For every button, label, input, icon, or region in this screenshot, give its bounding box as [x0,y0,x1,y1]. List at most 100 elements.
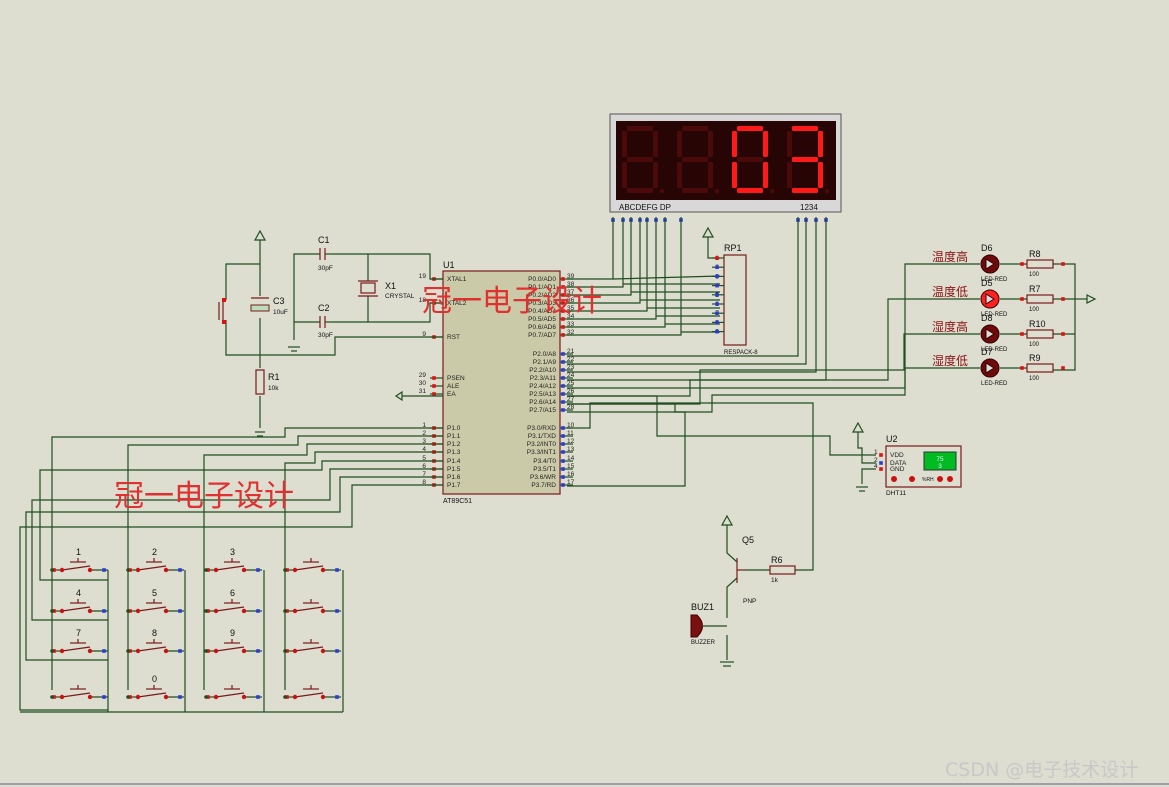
svg-text:P3.4/T0: P3.4/T0 [533,458,556,465]
dht-pin-vdd: 1 VDD [874,449,904,459]
keypad-key-7[interactable]: 7 [50,628,108,654]
keypad-key-6[interactable]: 6 [204,588,262,614]
resistor-ref: R9 [1029,353,1041,363]
svg-text:ALE: ALE [447,383,460,390]
svg-text:P1.7: P1.7 [447,482,461,489]
svg-text:25: 25 [567,380,575,387]
keypad-key-blank-12[interactable] [50,685,108,700]
led-part: LED-RED [981,381,1008,387]
c1-value: 30pF [318,265,333,272]
schematic-canvas[interactable]: ABCDEFG DP 1234 U1 AT89C51 19 XTAL118 XTAL… [0,0,1169,787]
svg-text:P3.3/INT1: P3.3/INT1 [527,449,557,456]
led-d6[interactable]: D6温度高LED-RED [932,243,1008,283]
resistor-ref: R10 [1029,319,1046,329]
buzzer[interactable]: BUZ1 BUZZER [690,602,727,646]
resistor-value: 100 [1029,272,1040,278]
keypad-key-3[interactable]: 3 [204,547,262,573]
keypad-key-blank-15[interactable] [283,685,341,700]
svg-text:P0.0/AD0: P0.0/AD0 [528,276,556,283]
svg-text:P3.5/T1: P3.5/T1 [533,466,556,473]
resistor-value: 100 [1029,342,1040,348]
keypad-key-blank-11[interactable] [283,639,341,654]
watermark-left: 冠一电子设计 [114,479,294,514]
svg-text:26: 26 [567,388,575,395]
keypad-key-blank-7[interactable] [283,599,341,614]
q5-part: PNP [743,598,756,605]
svg-text:P1.3: P1.3 [447,449,461,456]
u2-ref: U2 [886,434,898,444]
keypad-key-5[interactable]: 5 [126,588,184,614]
svg-text:P3.7/RD: P3.7/RD [531,482,556,489]
svg-text:11: 11 [567,430,574,437]
svg-text:24: 24 [567,372,575,379]
svg-text:14: 14 [567,455,575,462]
resistor-r1[interactable]: R1 10k [255,369,280,395]
svg-text:P1.5: P1.5 [447,466,461,473]
dht-screen-bottom: 3 [938,463,942,470]
resistor-r6[interactable]: R6 1k [769,555,796,584]
crystal-x1[interactable]: X1 CRYSTAL [358,280,415,300]
svg-text:P1.1: P1.1 [447,433,461,440]
keypad-key-2[interactable]: 2 [126,547,184,573]
led-function-label: 湿度高 [932,319,968,334]
r1-value: 10k [268,385,279,392]
r6-value: 1k [771,577,779,584]
seven-segment-display[interactable]: ABCDEFG DP 1234 [609,113,842,213]
key-label: 7 [76,628,81,638]
resistor-r9[interactable]: R9 100 [1020,353,1065,382]
svg-text:23: 23 [567,364,575,371]
c3-value: 10uF [273,309,288,316]
c1-ref: C1 [318,235,330,245]
svg-text:P2.3/A11: P2.3/A11 [530,375,557,382]
led-d8[interactable]: D8湿度高LED-RED [932,313,1008,353]
svg-text:EA: EA [447,391,456,398]
r1-ref: R1 [268,372,280,382]
led-ref: D5 [981,278,993,288]
c3-ref: C3 [273,296,285,306]
svg-text:P2.0/A8: P2.0/A8 [533,351,557,358]
resistor-value: 100 [1029,307,1040,313]
svg-text:P3.6/WR: P3.6/WR [530,474,556,481]
svg-text:RST: RST [447,334,460,341]
svg-text:17: 17 [567,479,575,486]
svg-text:P1.0: P1.0 [447,425,461,432]
capacitor-c2[interactable]: C2 30pF [318,303,333,339]
dht11-sensor[interactable]: U2 DHT11 75 3 %RH 1 VDD2 DATA4 GND [874,434,962,497]
led-d5[interactable]: D5温度低LED-RED [932,278,1008,318]
reset-button[interactable] [218,298,226,324]
keypad-key-0[interactable]: 0 [126,674,184,700]
resistor-ref: R7 [1029,284,1041,294]
svg-text:P1.4: P1.4 [447,458,461,465]
capacitor-c3[interactable]: C3 10uF [250,296,288,316]
svg-text:29: 29 [419,372,427,379]
keypad-key-1[interactable]: 1 [50,547,108,573]
key-label: 2 [152,547,157,557]
keypad-key-8[interactable]: 8 [126,628,184,654]
key-label: 0 [152,674,157,684]
keypad-key-blank-3[interactable] [283,558,341,573]
svg-text:16: 16 [567,471,575,478]
led-function-label: 温度高 [932,249,968,264]
key-label: 6 [230,588,235,598]
led-ref: D7 [981,347,993,357]
rp1-ref: RP1 [724,243,742,253]
x1-label: CRYSTAL [385,293,415,300]
power-symbols [253,226,1097,667]
svg-text:1: 1 [874,449,878,456]
watermark-top: 冠一电子设计 [422,284,602,319]
svg-text:PSEN: PSEN [447,375,465,382]
keypad-key-9[interactable]: 9 [204,628,262,654]
keypad-key-4[interactable]: 4 [50,588,108,614]
led-d7[interactable]: D7 湿度低 LED-RED [932,347,1008,387]
svg-text:VDD: VDD [890,452,904,459]
keypad-4x4[interactable]: 1 2 3 4 5 6 7 8 9 0 [50,547,341,700]
buz1-ref: BUZ1 [691,602,714,612]
rp1-pin-8: 8 [712,319,724,326]
q5-ref: Q5 [742,535,754,545]
keypad-key-blank-14[interactable] [204,685,262,700]
capacitor-c1[interactable]: C1 30pF [318,235,333,272]
svg-text:P1.2: P1.2 [447,441,461,448]
svg-text:12: 12 [567,438,575,445]
svg-text:XTAL1: XTAL1 [447,276,467,283]
svg-text:4: 4 [874,463,878,470]
